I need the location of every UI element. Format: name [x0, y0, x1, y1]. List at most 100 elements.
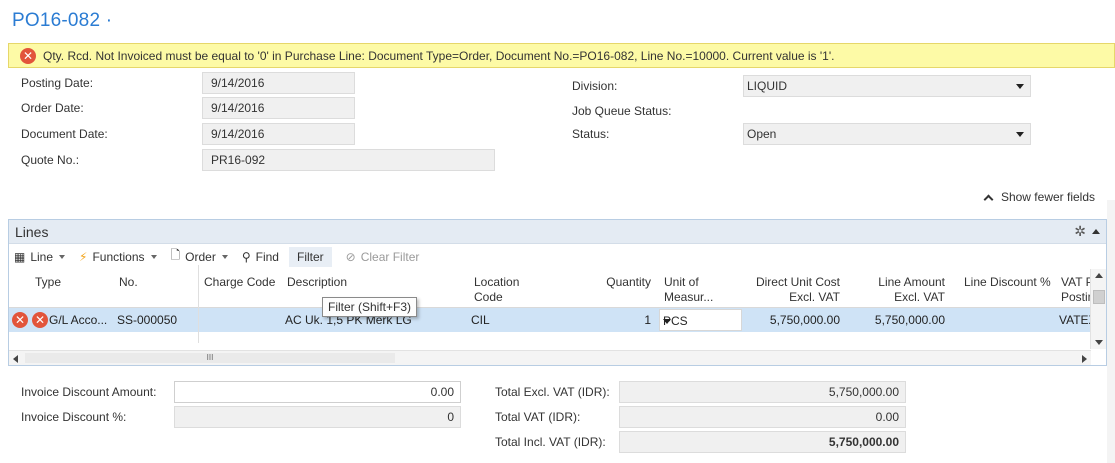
cell-direct-unit-cost[interactable]: 5,750,000.00: [744, 313, 840, 327]
order-menu-button[interactable]: 🗋 Order: [171, 246, 228, 267]
column-divider: [198, 265, 199, 343]
dropdown-arrow-icon: [59, 254, 66, 259]
status-value: Open: [747, 127, 777, 141]
scroll-thumb[interactable]: [1093, 290, 1105, 304]
col-location-code-line2: Code: [474, 290, 503, 304]
table-row[interactable]: ✕ ✕ G/L Acco... SS-000050 AC Uk. 1,5 PK …: [9, 308, 1106, 332]
binoculars-icon: ⚲: [241, 249, 251, 264]
invoice-discount-pct-field[interactable]: 0: [174, 406, 461, 428]
cell-line-amount[interactable]: 5,750,000.00: [854, 313, 945, 327]
division-label: Division:: [572, 79, 618, 93]
col-no[interactable]: No.: [119, 275, 138, 290]
total-incl-vat-label: Total Incl. VAT (IDR):: [495, 435, 606, 449]
chevron-up-icon: [983, 194, 994, 204]
total-excl-vat-label: Total Excl. VAT (IDR):: [495, 385, 610, 399]
order-date-field[interactable]: 9/14/2016: [202, 97, 355, 119]
cell-type[interactable]: G/L Acco...: [49, 313, 107, 327]
scroll-up-icon[interactable]: [1095, 273, 1103, 278]
grid-icon: ▦: [14, 249, 26, 264]
scroll-left-icon[interactable]: [13, 355, 18, 363]
error-icon: ✕: [12, 312, 28, 328]
lines-part: Lines ✲ ▦ Line ⚡ Functions 🗋 Order ⚲ Fin…: [8, 219, 1107, 366]
filter-tooltip: Filter (Shift+F3): [322, 297, 418, 317]
document-date-field[interactable]: 9/14/2016: [202, 123, 355, 145]
col-description[interactable]: Description: [287, 275, 347, 290]
status-select[interactable]: Open: [743, 123, 1031, 145]
col-quantity[interactable]: Quantity: [569, 275, 651, 290]
page-title: PO16-082 ·: [12, 10, 113, 31]
scroll-down-icon[interactable]: [1095, 340, 1103, 345]
vertical-scrollbar[interactable]: [1090, 269, 1106, 349]
chevron-down-icon: [1016, 84, 1024, 89]
col-charge-code[interactable]: Charge Code: [204, 275, 275, 290]
col-location-code-line1: Location: [474, 275, 520, 289]
col-uom-line1: Unit of: [664, 275, 699, 289]
invoice-discount-amount-field[interactable]: 0.00: [174, 381, 461, 403]
document-icon: 🗋: [170, 248, 181, 262]
col-la-line1: Line Amount: [878, 275, 945, 289]
scroll-right-icon[interactable]: [1082, 355, 1087, 363]
scroll-thumb[interactable]: III: [25, 353, 395, 363]
document-date-label: Document Date:: [21, 127, 108, 141]
error-icon: ✕: [32, 312, 48, 328]
clear-filter-button[interactable]: ⊘ Clear Filter: [346, 250, 420, 264]
division-select[interactable]: LIQUID: [743, 75, 1031, 97]
chevron-down-icon: [1016, 132, 1024, 137]
clear-filter-icon: ⊘: [345, 249, 356, 264]
col-uom-line2: Measur...: [664, 290, 714, 304]
clear-filter-label: Clear Filter: [360, 249, 420, 264]
quote-no-field[interactable]: PR16-092: [202, 149, 495, 171]
col-duc-line2: Excl. VAT: [789, 290, 840, 304]
chevron-down-icon: [663, 319, 671, 324]
total-excl-vat-field: 5,750,000.00: [619, 381, 906, 403]
filter-label: Filter: [296, 249, 324, 264]
lightning-icon: ⚡: [79, 249, 88, 264]
col-location-code[interactable]: Location Code: [474, 275, 519, 305]
filter-button[interactable]: Filter: [288, 246, 332, 267]
quote-no-label: Quote No.:: [21, 153, 80, 167]
total-vat-field: 0.00: [619, 406, 906, 428]
posting-date-label: Posting Date:: [21, 76, 94, 90]
lines-toolbar: ▦ Line ⚡ Functions 🗋 Order ⚲ Find Filter…: [9, 244, 1106, 269]
show-fewer-fields-label: Show fewer fields: [1000, 190, 1095, 204]
cell-no[interactable]: SS-000050: [117, 313, 177, 327]
order-menu-label: Order: [185, 249, 216, 264]
find-button[interactable]: ⚲ Find: [242, 250, 279, 264]
find-label: Find: [255, 249, 279, 264]
error-notification-bar: ✕ Qty. Rcd. Not Invoiced must be equal t…: [8, 43, 1115, 68]
functions-menu-label: Functions: [92, 249, 145, 264]
show-fewer-fields-button[interactable]: Show fewer fields: [983, 190, 1095, 204]
col-direct-unit-cost[interactable]: Direct Unit Cost Excl. VAT: [744, 275, 840, 305]
col-type[interactable]: Type: [35, 275, 61, 290]
horizontal-scrollbar[interactable]: III: [9, 350, 1091, 365]
dropdown-arrow-icon: [150, 254, 157, 259]
error-icon: ✕: [20, 47, 36, 64]
total-vat-label: Total VAT (IDR):: [495, 410, 581, 424]
gear-icon[interactable]: ✲: [1074, 223, 1086, 240]
line-menu-button[interactable]: ▦ Line: [14, 249, 66, 264]
invoice-discount-pct-label: Invoice Discount %:: [21, 410, 127, 424]
cell-unit-of-measure-select[interactable]: PCS: [659, 309, 742, 331]
cell-quantity[interactable]: 1: [569, 313, 651, 327]
dropdown-arrow-icon: [221, 254, 228, 259]
lines-header: Lines ✲: [9, 220, 1106, 244]
functions-menu-button[interactable]: ⚡ Functions: [79, 249, 157, 264]
col-duc-line1: Direct Unit Cost: [755, 275, 840, 289]
col-unit-of-measure[interactable]: Unit of Measur...: [664, 275, 713, 305]
collapse-icon[interactable]: [1092, 229, 1100, 234]
col-line-discount[interactable]: Line Discount %: [964, 275, 1051, 290]
division-value: LIQUID: [747, 79, 788, 93]
cell-location-code[interactable]: CIL: [471, 313, 490, 327]
lines-grid-header: Type No. Charge Code Description Locatio…: [9, 269, 1106, 308]
line-menu-label: Line: [30, 249, 54, 264]
page-scrollbar[interactable]: [1107, 200, 1115, 463]
col-line-amount[interactable]: Line Amount Excl. VAT: [854, 275, 945, 305]
order-date-label: Order Date:: [21, 101, 84, 115]
total-incl-vat-field: 5,750,000.00: [619, 431, 906, 453]
status-label: Status:: [572, 127, 610, 141]
invoice-discount-amount-label: Invoice Discount Amount:: [21, 385, 157, 399]
col-la-line2: Excl. VAT: [894, 290, 945, 304]
lines-title: Lines: [15, 224, 49, 240]
posting-date-field[interactable]: 9/14/2016: [202, 72, 355, 94]
job-queue-status-label: Job Queue Status:: [572, 104, 672, 118]
